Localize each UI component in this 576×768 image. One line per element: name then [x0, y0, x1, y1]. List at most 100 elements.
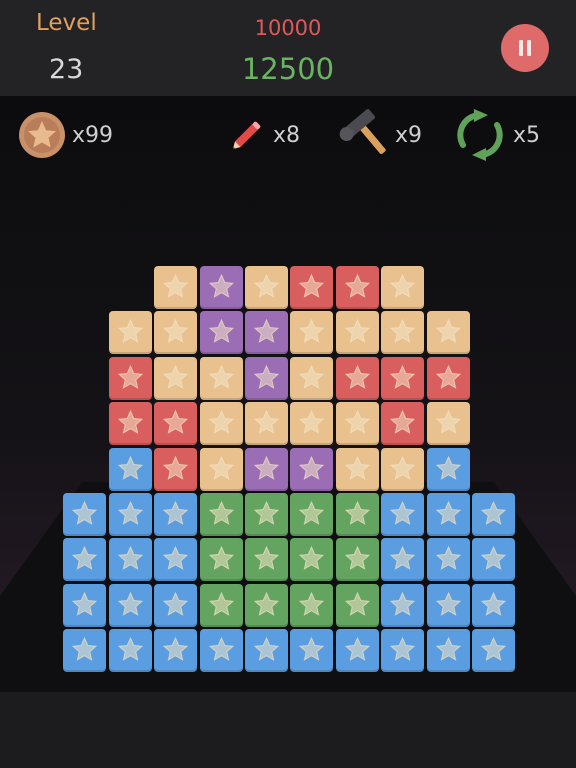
blue-star-tile[interactable] — [381, 493, 425, 536]
yellow-star-tile[interactable] — [154, 356, 198, 400]
star-icon — [162, 273, 189, 298]
green-star-tile[interactable] — [245, 493, 288, 536]
yellow-star-tile[interactable] — [108, 311, 152, 355]
blue-star-tile[interactable] — [381, 538, 425, 582]
blue-star-tile[interactable] — [108, 538, 152, 582]
red-star-tile[interactable] — [108, 356, 152, 400]
star-icon — [208, 455, 234, 480]
blue-star-tile[interactable] — [154, 493, 198, 536]
green-star-tile[interactable] — [335, 493, 379, 536]
yellow-star-tile[interactable] — [199, 356, 243, 400]
star-icon — [435, 409, 461, 435]
star-icon — [344, 364, 370, 389]
yellow-star-tile[interactable] — [381, 447, 425, 491]
star-icon — [208, 591, 234, 616]
star-icon — [480, 591, 507, 616]
blue-star-tile[interactable] — [108, 447, 152, 491]
yellow-star-tile[interactable] — [199, 402, 243, 446]
yellow-star-tile[interactable] — [381, 311, 425, 355]
yellow-star-tile[interactable] — [335, 447, 379, 491]
game-board — [0, 0, 576, 768]
blue-star-tile[interactable] — [426, 583, 470, 627]
star-icon — [389, 273, 416, 298]
yellow-star-tile[interactable] — [245, 266, 288, 309]
yellow-star-tile[interactable] — [199, 447, 243, 491]
green-star-tile[interactable] — [245, 583, 288, 627]
purple-star-tile[interactable] — [199, 311, 243, 355]
blue-star-tile[interactable] — [154, 538, 198, 582]
blue-star-tile[interactable] — [472, 538, 515, 582]
red-star-tile[interactable] — [426, 356, 470, 400]
green-star-tile[interactable] — [199, 493, 243, 536]
blue-star-tile[interactable] — [472, 583, 515, 627]
green-star-tile[interactable] — [290, 493, 334, 536]
yellow-star-tile[interactable] — [290, 311, 334, 355]
star-icon — [162, 455, 189, 480]
red-star-tile[interactable] — [335, 356, 379, 400]
star-icon — [208, 319, 234, 344]
blue-star-tile[interactable] — [426, 447, 470, 491]
blue-star-tile[interactable] — [154, 629, 198, 673]
blue-star-tile[interactable] — [426, 629, 470, 673]
yellow-star-tile[interactable] — [290, 356, 334, 400]
blue-star-tile[interactable] — [472, 493, 515, 536]
yellow-star-tile[interactable] — [381, 266, 425, 309]
yellow-star-tile[interactable] — [335, 402, 379, 446]
purple-star-tile[interactable] — [245, 356, 288, 400]
yellow-star-tile[interactable] — [154, 311, 198, 355]
blue-star-tile[interactable] — [63, 493, 107, 536]
star-icon — [253, 500, 280, 525]
star-icon — [253, 409, 280, 435]
purple-star-tile[interactable] — [245, 447, 288, 491]
red-star-tile[interactable] — [290, 266, 334, 309]
blue-star-tile[interactable] — [245, 629, 288, 673]
red-star-tile[interactable] — [381, 402, 425, 446]
purple-star-tile[interactable] — [245, 311, 288, 355]
green-star-tile[interactable] — [199, 538, 243, 582]
yellow-star-tile[interactable] — [426, 402, 470, 446]
red-star-tile[interactable] — [154, 402, 198, 446]
blue-star-tile[interactable] — [426, 538, 470, 582]
yellow-star-tile[interactable] — [245, 402, 288, 446]
blue-star-tile[interactable] — [154, 583, 198, 627]
green-star-tile[interactable] — [199, 583, 243, 627]
blue-star-tile[interactable] — [108, 493, 152, 536]
star-icon — [208, 546, 234, 571]
yellow-star-tile[interactable] — [426, 311, 470, 355]
star-icon — [435, 455, 461, 480]
purple-star-tile[interactable] — [199, 266, 243, 309]
blue-star-tile[interactable] — [381, 629, 425, 673]
red-star-tile[interactable] — [154, 447, 198, 491]
yellow-star-tile[interactable] — [335, 311, 379, 355]
star-icon — [117, 636, 143, 662]
star-icon — [389, 319, 416, 344]
star-icon — [389, 546, 416, 571]
star-icon — [253, 591, 280, 616]
yellow-star-tile[interactable] — [290, 402, 334, 446]
blue-star-tile[interactable] — [290, 629, 334, 673]
blue-star-tile[interactable] — [63, 583, 107, 627]
green-star-tile[interactable] — [245, 538, 288, 582]
green-star-tile[interactable] — [335, 583, 379, 627]
star-icon — [117, 319, 143, 344]
blue-star-tile[interactable] — [63, 538, 107, 582]
blue-star-tile[interactable] — [108, 583, 152, 627]
blue-star-tile[interactable] — [199, 629, 243, 673]
yellow-star-tile[interactable] — [154, 266, 198, 309]
blue-star-tile[interactable] — [63, 629, 107, 673]
green-star-tile[interactable] — [290, 538, 334, 582]
red-star-tile[interactable] — [108, 402, 152, 446]
green-star-tile[interactable] — [290, 583, 334, 627]
blue-star-tile[interactable] — [335, 629, 379, 673]
star-icon — [162, 546, 189, 571]
red-star-tile[interactable] — [335, 266, 379, 309]
star-icon — [208, 409, 234, 435]
red-star-tile[interactable] — [381, 356, 425, 400]
purple-star-tile[interactable] — [290, 447, 334, 491]
blue-star-tile[interactable] — [381, 583, 425, 627]
blue-star-tile[interactable] — [426, 493, 470, 536]
star-icon — [117, 409, 143, 435]
blue-star-tile[interactable] — [472, 629, 515, 673]
green-star-tile[interactable] — [335, 538, 379, 582]
blue-star-tile[interactable] — [108, 629, 152, 673]
